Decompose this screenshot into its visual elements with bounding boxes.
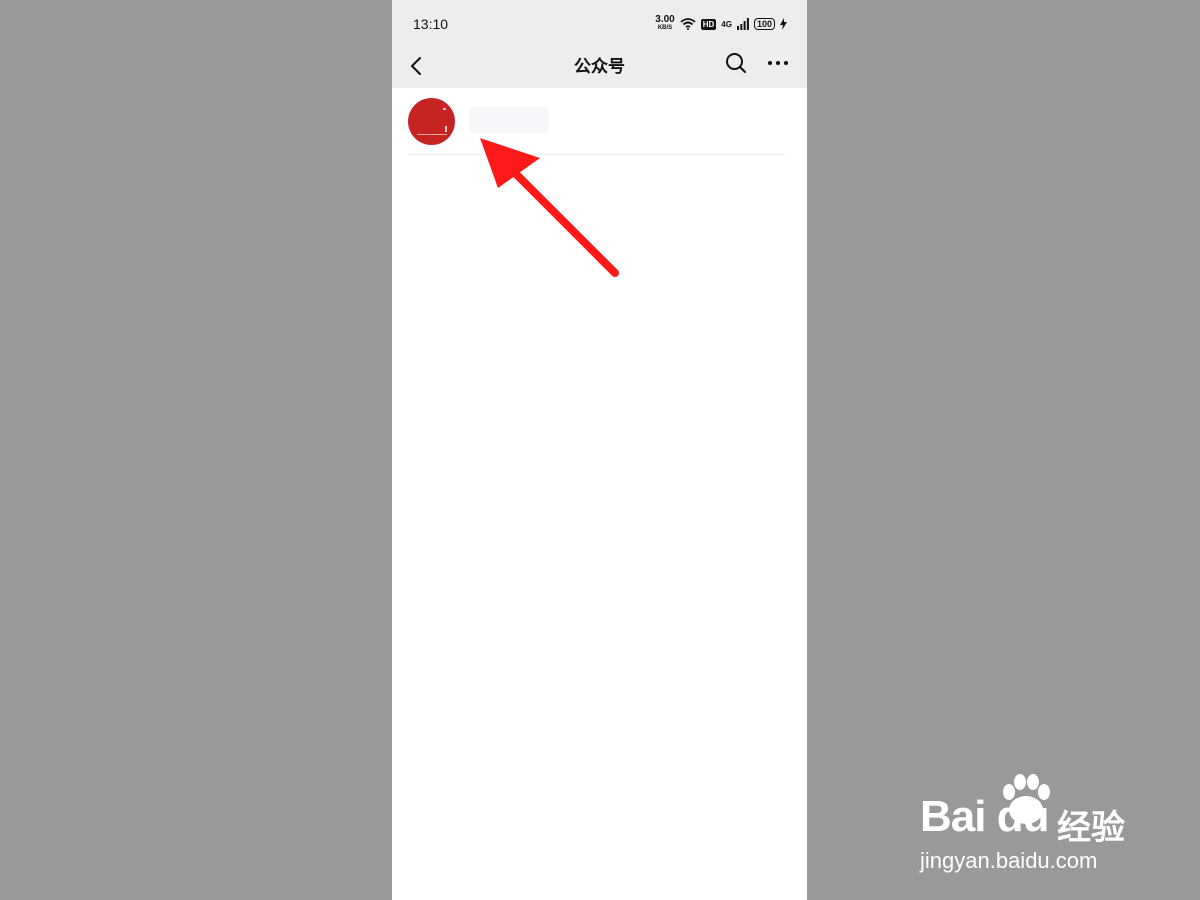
baidu-jingyan-watermark: Bai du 经验 jingyan.baidu.com xyxy=(920,770,1140,880)
annotation-arrow xyxy=(480,138,619,277)
search-icon xyxy=(726,53,746,73)
status-time: 13:10 xyxy=(413,16,449,32)
battery-indicator: 100 xyxy=(753,18,775,30)
network-type: 4G xyxy=(721,19,732,29)
more-button[interactable] xyxy=(763,49,793,77)
hd-badge: HD xyxy=(700,18,717,30)
status-bar: 13:10 3.00 KB/S HD 4G 100 xyxy=(392,0,807,46)
search-button[interactable] xyxy=(722,49,750,77)
watermark-brand: Bai du xyxy=(920,792,1049,841)
network-speed-unit: KB/S xyxy=(657,25,673,31)
more-icon xyxy=(768,61,788,65)
watermark-url: jingyan.baidu.com xyxy=(920,848,1098,873)
wifi-icon xyxy=(680,18,696,30)
account-avatar[interactable] xyxy=(408,98,455,145)
network-speed: 3.00 KB/S xyxy=(655,14,675,32)
network-speed-value: 3.00 xyxy=(655,14,675,25)
nav-bar: 公众号 xyxy=(392,46,807,88)
charging-icon xyxy=(780,18,787,30)
watermark-brand-cn: 经验 xyxy=(1057,808,1125,848)
signal-icon xyxy=(736,18,749,30)
status-indicators: 3.00 KB/S HD 4G 100 xyxy=(655,14,787,34)
